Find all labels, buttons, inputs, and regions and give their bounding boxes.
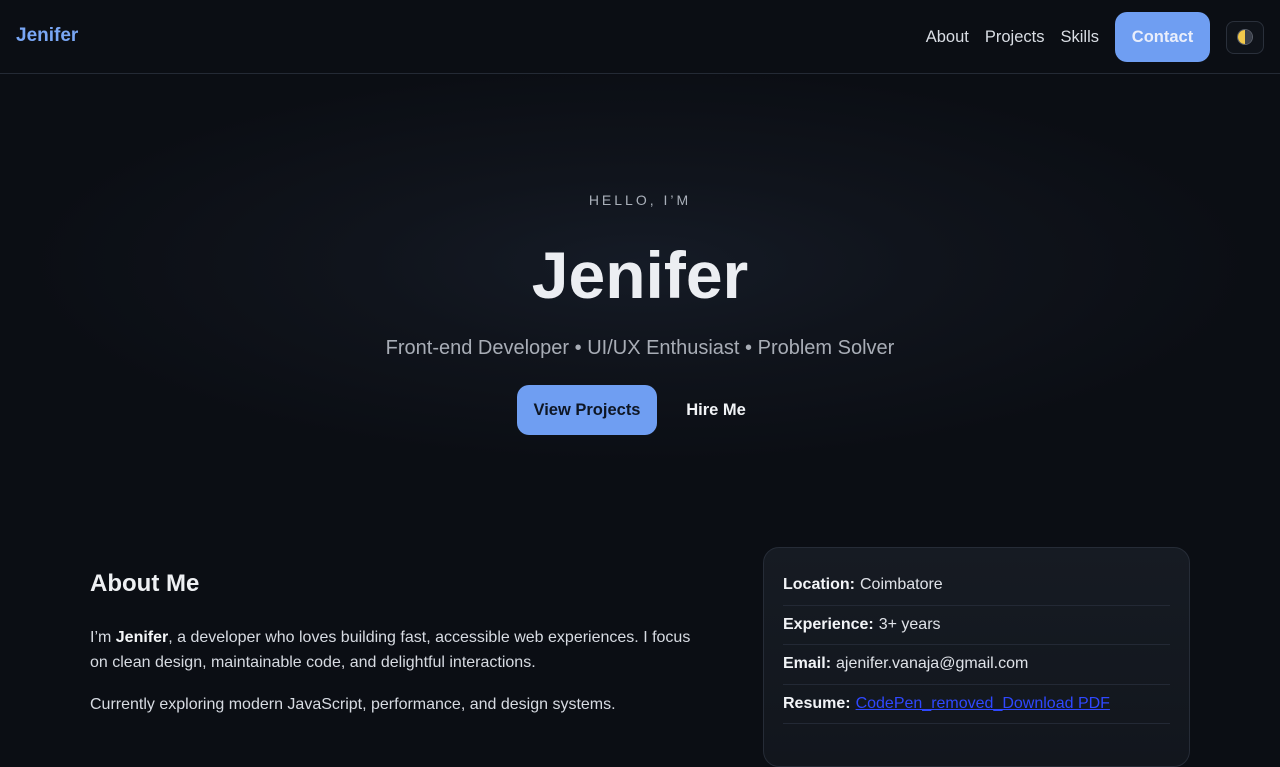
theme-toggle-button[interactable] xyxy=(1226,20,1264,54)
nav-link-about[interactable]: About xyxy=(926,28,969,47)
hero-subtitle: Front-end Developer • UI/UX Enthusiast •… xyxy=(385,337,895,359)
resume-download-link[interactable]: CodePen_removed_Download PDF xyxy=(856,695,1110,713)
info-row-resume: Resume: CodePen_removed_Download PDF xyxy=(783,685,1170,724)
nav-link-projects[interactable]: Projects xyxy=(985,28,1045,47)
info-row-location: Location: Coimbatore xyxy=(783,566,1170,606)
top-navbar: Jenifer About Projects Skills Contact xyxy=(0,0,1280,74)
info-row-experience: Experience: 3+ years xyxy=(783,606,1170,645)
about-paragraph-intro: I’m Jenifer, a developer who loves build… xyxy=(90,625,700,675)
experience-label: Experience: xyxy=(783,615,874,633)
brand-logo[interactable]: Jenifer xyxy=(16,24,78,48)
hero-eyebrow: HELLO, I’M xyxy=(588,192,692,208)
nav-link-skills[interactable]: Skills xyxy=(1060,28,1099,47)
about-intro-rest: , a developer who loves building fast, a… xyxy=(90,629,691,671)
hero-actions: View Projects Hire Me xyxy=(517,385,763,435)
about-intro-prefix: I’m xyxy=(90,629,116,646)
info-row-email: Email: ajenifer.vanaja@gmail.com xyxy=(783,645,1170,685)
resume-label: Resume: xyxy=(783,694,851,712)
hire-me-button[interactable]: Hire Me xyxy=(669,385,763,435)
nav-links: About Projects Skills Contact xyxy=(926,12,1264,62)
location-label: Location: xyxy=(783,576,855,594)
experience-value: 3+ years xyxy=(878,615,941,633)
email-label: Email: xyxy=(783,655,832,673)
contact-button[interactable]: Contact xyxy=(1115,12,1210,62)
about-intro-name: Jenifer xyxy=(115,629,169,646)
email-value: ajenifer.vanaja@gmail.com xyxy=(836,655,1029,673)
view-projects-button[interactable]: View Projects xyxy=(517,385,657,435)
info-card: Location: Coimbatore Experience: 3+ year… xyxy=(763,547,1190,767)
location-value: Coimbatore xyxy=(860,576,943,594)
hero-section: HELLO, I’M Jenifer Front-end Developer •… xyxy=(0,75,1280,515)
about-title: About Me xyxy=(90,570,200,597)
half-moon-icon xyxy=(1238,30,1252,44)
hero-title: Jenifer xyxy=(531,238,749,312)
about-paragraph-current: Currently exploring modern JavaScript, p… xyxy=(90,696,616,713)
about-section: About Me I’m Jenifer, a developer who lo… xyxy=(0,515,1280,767)
